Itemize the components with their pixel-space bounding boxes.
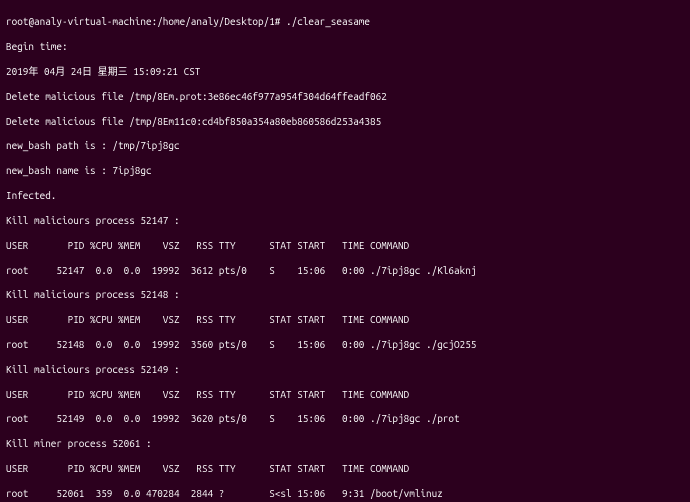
ps-header: USER PID %CPU %MEM VSZ RSS TTY STAT STAR…	[6, 389, 684, 401]
output-line: Kill maliciours process 52149 :	[6, 364, 684, 376]
output-line: Kill maliciours process 52147 :	[6, 215, 684, 227]
output-line: new_bash name is : 7ipj8gc	[6, 165, 684, 177]
output-line: Delete malicious file /tmp/8Em.prot:3e86…	[6, 91, 684, 103]
ps-header: USER PID %CPU %MEM VSZ RSS TTY STAT STAR…	[6, 314, 684, 326]
shell-prompt: root@analy-virtual-machine:/home/analy/D…	[6, 16, 684, 28]
output-line: new_bash path is : /tmp/7ipj8gc	[6, 140, 684, 152]
ps-row: root 52149 0.0 0.0 19992 3620 pts/0 S 15…	[6, 413, 684, 425]
output-line: Begin time:	[6, 41, 684, 53]
ps-row: root 52061 359 0.0 470284 2844 ? S<sl 15…	[6, 488, 684, 500]
ps-header: USER PID %CPU %MEM VSZ RSS TTY STAT STAR…	[6, 240, 684, 252]
output-line: 2019年 04月 24日 星期三 15:09:21 CST	[6, 66, 684, 78]
output-line: Kill maliciours process 52148 :	[6, 289, 684, 301]
output-line: Delete malicious file /tmp/8Em11c0:cd4bf…	[6, 116, 684, 128]
ps-row: root 52148 0.0 0.0 19992 3560 pts/0 S 15…	[6, 339, 684, 351]
terminal-output[interactable]: root@analy-virtual-machine:/home/analy/D…	[0, 0, 690, 502]
output-line: Infected.	[6, 190, 684, 202]
output-line: Kill miner process 52061 :	[6, 438, 684, 450]
ps-header: USER PID %CPU %MEM VSZ RSS TTY STAT STAR…	[6, 463, 684, 475]
ps-row: root 52147 0.0 0.0 19992 3612 pts/0 S 15…	[6, 265, 684, 277]
